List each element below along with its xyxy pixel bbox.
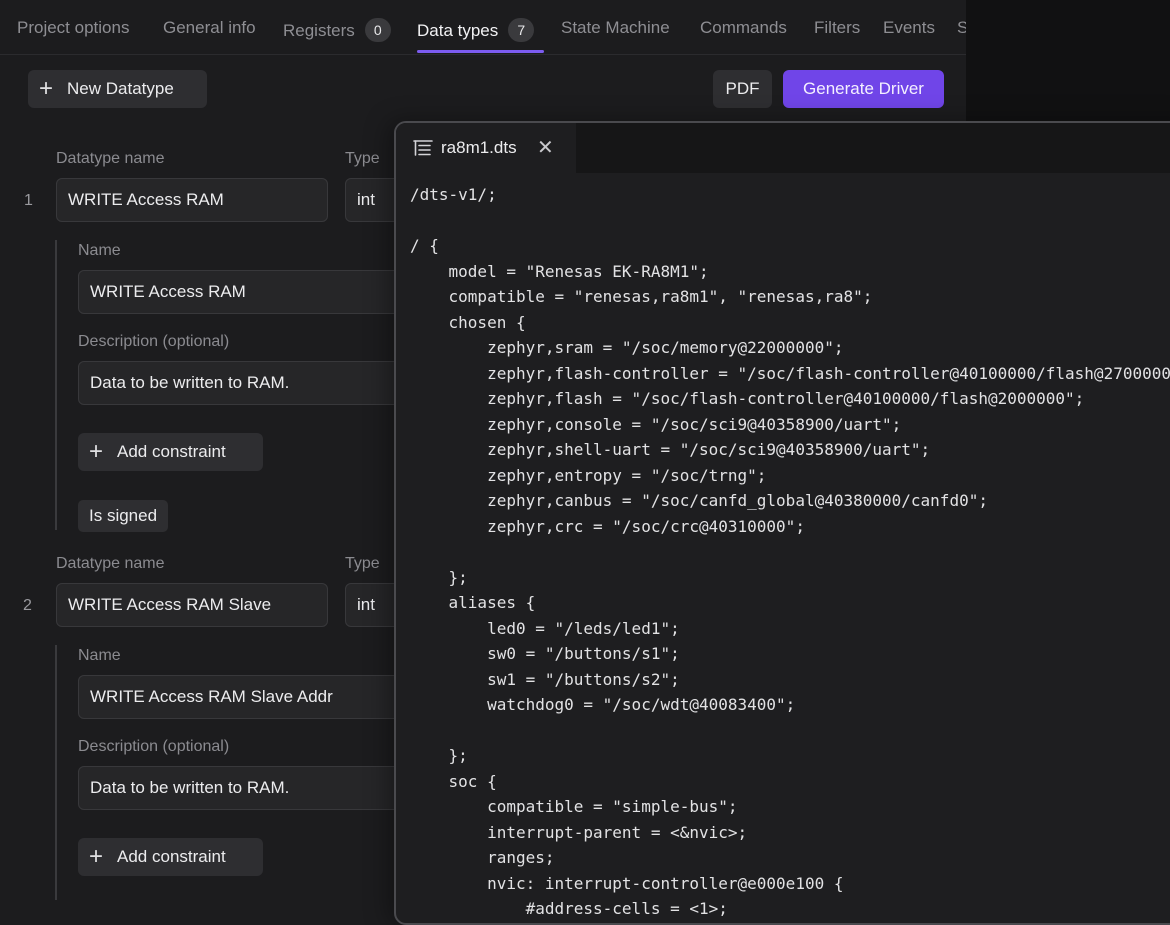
description-label: Description (optional) bbox=[78, 738, 230, 755]
tab-state-machine[interactable]: State Machine bbox=[561, 18, 670, 38]
editor-tab-bar: ra8m1.dts ✕ bbox=[396, 123, 1170, 173]
group-divider bbox=[55, 645, 57, 900]
row-number: 2 bbox=[23, 597, 32, 614]
group-divider bbox=[55, 240, 57, 530]
datatype-name-label: Datatype name bbox=[56, 555, 165, 572]
tab-registers[interactable]: Registers 0 bbox=[283, 18, 391, 42]
code-content[interactable]: /dts-v1/; / { model = "Renesas EK-RA8M1"… bbox=[410, 182, 1170, 922]
registers-count-badge: 0 bbox=[364, 18, 391, 42]
tab-general-info[interactable]: General info bbox=[163, 18, 256, 38]
type-label: Type bbox=[345, 555, 380, 572]
code-editor-window: ra8m1.dts ✕ /dts-v1/; / { model = "Renes… bbox=[394, 121, 1170, 925]
name-field[interactable]: WRITE Access RAM bbox=[78, 270, 418, 314]
type-label: Type bbox=[345, 150, 380, 167]
tab-data-types[interactable]: Data types 7 bbox=[417, 18, 535, 42]
datatype-name-field[interactable]: WRITE Access RAM bbox=[56, 178, 328, 222]
new-datatype-label: New Datatype bbox=[67, 79, 174, 98]
name-label: Name bbox=[78, 242, 121, 259]
new-datatype-button[interactable]: + New Datatype bbox=[28, 70, 207, 108]
tab-project-options[interactable]: Project options bbox=[17, 18, 129, 38]
plus-icon: + bbox=[89, 438, 104, 465]
datatype-name-field[interactable]: WRITE Access RAM Slave bbox=[56, 583, 328, 627]
row-number: 1 bbox=[24, 192, 33, 209]
is-signed-chip[interactable]: Is signed bbox=[78, 500, 169, 532]
name-label: Name bbox=[78, 647, 121, 664]
plus-icon: + bbox=[39, 75, 54, 102]
tab-bar: Project options General info Registers 0 … bbox=[0, 0, 966, 55]
tab-events[interactable]: Events bbox=[883, 18, 935, 38]
tab-data-types-label: Data types bbox=[417, 21, 499, 40]
add-constraint-button[interactable]: + Add constraint bbox=[78, 433, 263, 471]
tab-commands[interactable]: Commands bbox=[700, 18, 787, 38]
add-constraint-label: Add constraint bbox=[117, 847, 226, 866]
description-label: Description (optional) bbox=[78, 333, 230, 350]
name-field[interactable]: WRITE Access RAM Slave Addr bbox=[78, 675, 418, 719]
tab-registers-label: Registers bbox=[283, 21, 355, 40]
add-constraint-label: Add constraint bbox=[117, 442, 226, 461]
data-types-count-badge: 7 bbox=[508, 18, 535, 42]
add-constraint-button[interactable]: + Add constraint bbox=[78, 838, 263, 876]
tab-overflow[interactable]: S bbox=[957, 18, 966, 38]
tab-filters[interactable]: Filters bbox=[814, 18, 860, 38]
plus-icon: + bbox=[89, 843, 104, 870]
generate-driver-button[interactable]: Generate Driver bbox=[783, 70, 944, 108]
active-tab-indicator bbox=[417, 50, 544, 53]
close-icon[interactable]: ✕ bbox=[537, 135, 554, 160]
datatype-name-label: Datatype name bbox=[56, 150, 165, 167]
description-field[interactable]: Data to be written to RAM. bbox=[78, 361, 418, 405]
editor-file-tab[interactable]: ra8m1.dts ✕ bbox=[396, 123, 576, 173]
pdf-button[interactable]: PDF bbox=[713, 70, 772, 108]
editor-filename: ra8m1.dts bbox=[441, 138, 517, 157]
file-tree-icon bbox=[413, 140, 433, 156]
description-field[interactable]: Data to be written to RAM. bbox=[78, 766, 418, 810]
